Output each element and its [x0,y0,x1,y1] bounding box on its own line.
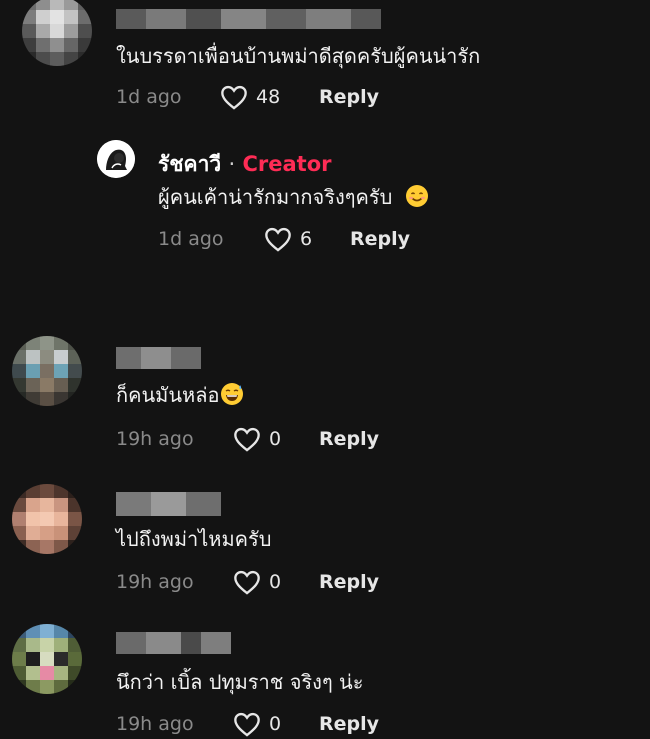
comment-text-content: ก็คนมันหล่อ [116,383,220,407]
comment-reply-item: รัชคาวี · Creator ผู้คนเค้าน่ารักมากจริง… [0,135,650,265]
reply-button[interactable]: Reply [319,713,379,735]
heart-outline-icon [265,227,291,252]
reply-button[interactable]: Reply [319,86,379,108]
reply-button[interactable]: Reply [319,428,379,450]
username-redacted[interactable] [116,347,201,369]
avatar[interactable] [12,484,82,554]
comment-item: นึกว่า เบิ้ล ปทุมราช จริงๆ น่ะ 19h ago 0… [0,620,650,739]
comment-item: ก็คนมันหล่อ 19h ago 0 Reply [0,332,650,462]
avatar[interactable] [12,624,82,694]
like-count: 0 [269,428,282,450]
like-button[interactable]: 0 [233,569,281,595]
comment-timestamp: 1d ago [158,228,224,250]
like-button[interactable]: 0 [233,711,281,737]
like-button[interactable]: 0 [233,426,281,452]
username-redacted[interactable] [116,9,381,29]
like-count: 0 [269,571,282,593]
heart-outline-icon [221,85,247,110]
creator-username[interactable]: รัชคาวี [158,152,221,176]
like-button[interactable]: 6 [264,226,312,252]
creator-name-line: รัชคาวี · Creator [158,148,332,181]
comment-text: ก็คนมันหล่อ [116,382,244,408]
comment-timestamp: 19h ago [116,713,194,735]
comment-timestamp: 1d ago [116,86,182,108]
comment-text: ในบรรดาเพื่อนบ้านพม่าดีสุดครับผู้คนน่ารั… [116,44,481,68]
like-count: 0 [269,713,282,735]
comment-text: นึกว่า เบิ้ล ปทุมราช จริงๆ น่ะ [116,670,364,694]
creator-avatar[interactable] [97,140,135,178]
comment-timestamp: 19h ago [116,428,194,450]
comment-timestamp: 19h ago [116,571,194,593]
username-redacted[interactable] [116,492,221,516]
comment-item: ไปถึงพม่าไหมครับ 19h ago 0 Reply [0,478,650,608]
creator-badge: Creator [242,152,332,176]
like-count: 6 [300,228,313,250]
heart-outline-icon [234,427,260,452]
comment-item: ในบรรดาเพื่อนบ้านพม่าดีสุดครับผู้คนน่ารั… [0,0,650,120]
comment-text-content: ผู้คนเค้าน่ารักมากจริงๆครับ [158,185,393,209]
like-button[interactable]: 48 [220,84,280,110]
avatar[interactable] [22,0,92,66]
reply-button[interactable]: Reply [319,571,379,593]
heart-outline-icon [234,570,260,595]
like-count: 48 [256,86,281,108]
avatar[interactable] [12,336,82,406]
separator-dot: · [228,152,236,176]
username-redacted[interactable] [116,632,231,654]
creator-avatar-art-icon [97,140,135,178]
comment-text: ไปถึงพม่าไหมครับ [116,527,272,551]
reply-button[interactable]: Reply [350,228,410,250]
comment-text: ผู้คนเค้าน่ารักมากจริงๆครับ [158,184,429,210]
smiling-face-emoji-icon [405,185,428,207]
heart-outline-icon [234,712,260,737]
grinning-sweat-emoji-icon [221,383,244,405]
